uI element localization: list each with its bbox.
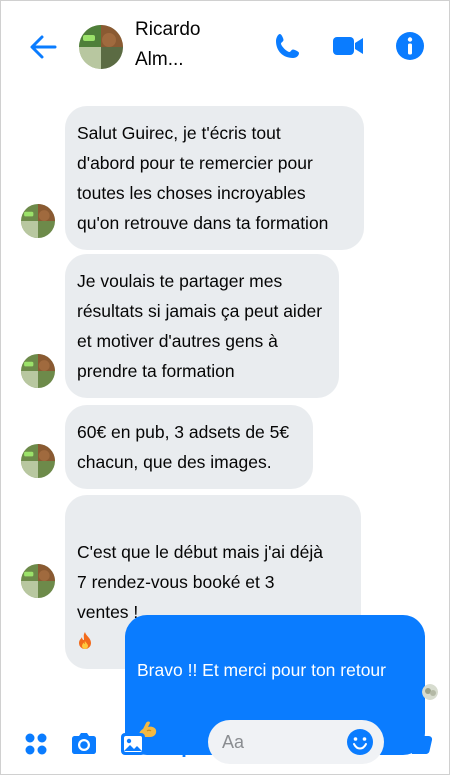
contact-name[interactable]: Ricardo Alm... xyxy=(135,15,235,75)
message-text: C'est que le début mais j'ai déjà 7 rend… xyxy=(77,542,323,622)
sender-avatar xyxy=(21,204,55,238)
thumbs-up-icon[interactable] xyxy=(401,723,435,757)
message-composer xyxy=(1,709,450,775)
message-input[interactable] xyxy=(222,720,342,764)
sender-avatar xyxy=(21,564,55,598)
incoming-message[interactable]: Salut Guirec, je t'écris tout d'abord po… xyxy=(65,106,364,250)
fire-emoji-icon xyxy=(79,632,91,649)
gallery-icon[interactable] xyxy=(118,729,148,759)
incoming-message[interactable]: 60€ en pub, 3 adsets de 5€ chacun, que d… xyxy=(65,405,313,489)
chat-header: Ricardo Alm... xyxy=(1,1,450,89)
back-arrow-icon[interactable] xyxy=(27,31,59,63)
apps-icon[interactable] xyxy=(21,729,51,759)
message-text: Bravo !! Et merci pour ton retour xyxy=(137,660,386,680)
sender-avatar xyxy=(21,444,55,478)
message-input-container xyxy=(208,720,384,764)
microphone-icon[interactable] xyxy=(169,729,199,759)
emoji-icon[interactable] xyxy=(345,727,375,757)
contact-avatar[interactable] xyxy=(79,25,123,69)
sender-avatar xyxy=(21,354,55,388)
incoming-message[interactable]: Je voulais te partager mes résultats si … xyxy=(65,254,339,398)
video-call-icon[interactable] xyxy=(331,29,365,63)
conversation-screen: Ricardo Alm... Salut Guirec, je t'écris … xyxy=(0,0,450,775)
phone-icon[interactable] xyxy=(271,29,305,63)
camera-icon[interactable] xyxy=(69,729,99,759)
seen-indicator-avatar xyxy=(422,684,438,700)
info-icon[interactable] xyxy=(393,29,427,63)
